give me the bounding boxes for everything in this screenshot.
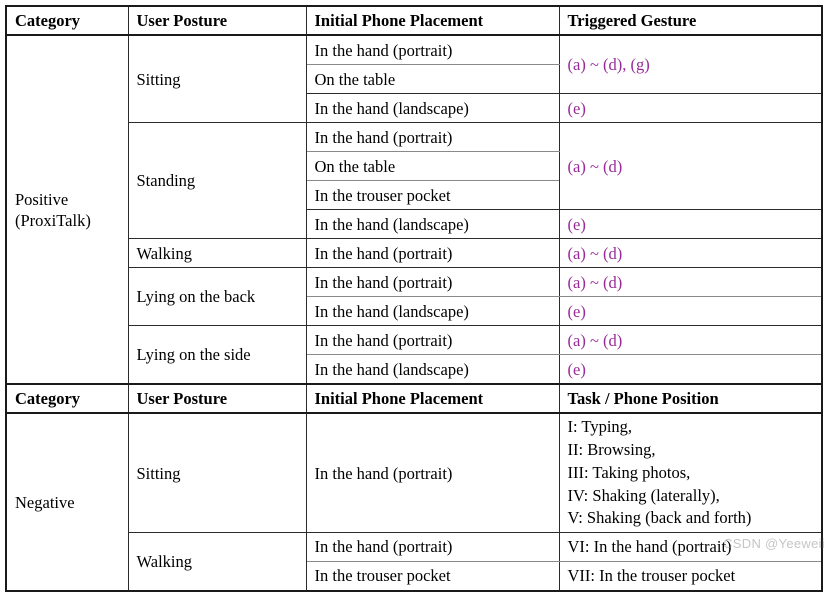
cell-task-list: I: Typing, II: Browsing, III: Taking pho… (558, 412, 823, 534)
cell-placement: In the hand (portrait) (305, 325, 560, 356)
cell-placement: In the hand (portrait) (305, 34, 560, 66)
table-row: Walking In the hand (portrait) VI: In th… (6, 532, 823, 592)
column-header-category: Category (5, 4, 129, 37)
task-item: II: Browsing, (567, 439, 656, 459)
category-label-line-1: Positive (15, 189, 69, 209)
cell-placement: In the trouser pocket (305, 561, 560, 592)
category-label-line-2: (ProxiTalk) (15, 210, 91, 230)
cell-gesture: (e) (558, 296, 823, 327)
table-header-row-negative: Category User Posture Initial Phone Plac… (5, 383, 823, 415)
task-item: IV: Shaking (laterally), (567, 485, 720, 505)
column-header-triggered-gesture: Triggered Gesture (558, 4, 823, 37)
cell-gesture: (a) ~ (d) (558, 238, 823, 269)
cell-placement: In the hand (landscape) (305, 209, 560, 240)
cell-placement: In the hand (landscape) (305, 354, 560, 386)
experiment-conditions-table: Category User Posture Initial Phone Plac… (5, 4, 823, 592)
cell-posture-lying-back: Lying on the back (127, 267, 307, 327)
cell-placement: In the hand (portrait) (305, 267, 560, 298)
table-row: Positive (ProxiTalk) Sitting In the hand… (5, 34, 823, 385)
cell-placement: In the hand (landscape) (305, 93, 560, 124)
cell-gesture: (e) (558, 93, 823, 124)
column-header-user-posture: User Posture (127, 4, 307, 37)
table-row: Lying on the back In the hand (portrait)… (6, 267, 823, 327)
cell-placement: In the trouser pocket (305, 180, 560, 211)
column-header-initial-phone-placement: Initial Phone Placement (305, 4, 560, 37)
cell-placement: In the hand (portrait) (305, 412, 560, 534)
cell-placement: On the table (305, 151, 560, 182)
cell-placement: In the hand (landscape) (305, 296, 560, 327)
task-item: I: Typing, (567, 417, 633, 437)
cell-gesture: (a) ~ (d), (g) (558, 34, 823, 95)
cell-posture-lying-side: Lying on the side (127, 325, 307, 385)
table-row: Walking In the hand (portrait) (a) ~ (d) (6, 238, 823, 269)
task-item: III: Taking photos, (567, 462, 691, 482)
table-header-row-positive: Category User Posture Initial Phone Plac… (5, 4, 823, 37)
cell-posture-walking-negative: Walking (127, 532, 307, 592)
table-row: Lying on the side In the hand (portrait)… (6, 325, 823, 385)
cell-posture-standing: Standing (127, 122, 307, 240)
cell-placement: On the table (305, 64, 560, 95)
cell-gesture: (a) ~ (d) (558, 122, 823, 211)
cell-task: VI: In the hand (portrait) (558, 532, 823, 563)
cell-gesture: (e) (558, 209, 823, 240)
cell-task: VII: In the trouser pocket (558, 561, 823, 592)
column-header-initial-phone-placement-2: Initial Phone Placement (305, 383, 560, 415)
column-header-user-posture-2: User Posture (127, 383, 307, 415)
cell-placement: In the hand (portrait) (305, 122, 560, 153)
cell-gesture: (e) (558, 354, 823, 386)
cell-posture-sitting-negative: Sitting (127, 412, 307, 534)
cell-posture-sitting: Sitting (127, 34, 307, 124)
cell-gesture: (a) ~ (d) (558, 267, 823, 298)
column-header-task-phone-position: Task / Phone Position (558, 383, 823, 415)
cell-posture-walking: Walking (127, 238, 307, 269)
cell-category-positive: Positive (ProxiTalk) (5, 34, 129, 385)
specification-table-container: Category User Posture Initial Phone Plac… (5, 4, 823, 592)
cell-placement: In the hand (portrait) (305, 532, 560, 563)
cell-gesture: (a) ~ (d) (558, 325, 823, 356)
table-row: Negative Sitting In the hand (portrait) … (5, 412, 823, 592)
cell-placement: In the hand (portrait) (305, 238, 560, 269)
table-row: Standing In the hand (portrait) (a) ~ (d… (6, 122, 823, 240)
task-item: V: Shaking (back and forth) (567, 508, 752, 528)
column-header-category-2: Category (5, 383, 129, 415)
cell-category-negative: Negative (5, 412, 129, 592)
